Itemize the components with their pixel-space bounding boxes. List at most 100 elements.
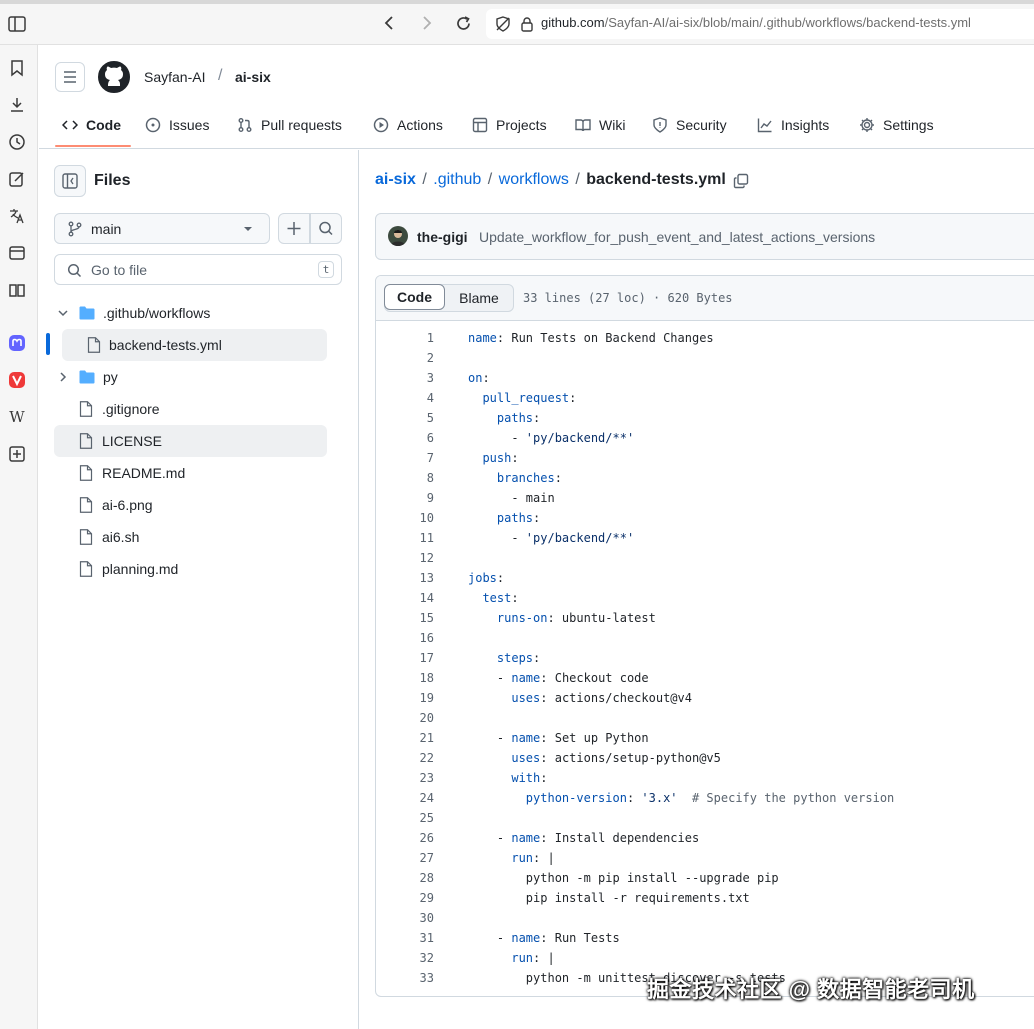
line-content: jobs: <box>468 571 505 585</box>
search-files-button[interactable] <box>310 213 342 244</box>
code-line: 6 - 'py/backend/**' <box>376 428 1034 448</box>
line-number[interactable]: 13 <box>376 568 434 588</box>
collapse-files-button[interactable] <box>54 165 86 197</box>
tree-file-planning[interactable]: planning.md <box>54 553 327 585</box>
commit-author-link[interactable]: the-gigi <box>417 229 468 245</box>
line-number[interactable]: 27 <box>376 848 434 868</box>
copy-path-icon[interactable] <box>733 173 749 189</box>
line-number[interactable]: 11 <box>376 528 434 548</box>
line-number[interactable]: 19 <box>376 688 434 708</box>
line-number[interactable]: 14 <box>376 588 434 608</box>
tree-file-backend-tests[interactable]: backend-tests.yml <box>62 329 327 361</box>
wikipedia-icon[interactable]: W <box>8 408 26 426</box>
avatar[interactable] <box>388 226 408 246</box>
github-logo-icon[interactable] <box>98 61 130 93</box>
translate-icon[interactable] <box>8 207 26 225</box>
tab-pull-requests[interactable]: Pull requests <box>237 112 342 138</box>
line-number[interactable]: 12 <box>376 548 434 568</box>
tree-file-ai6-png[interactable]: ai-6.png <box>54 489 327 521</box>
repo-owner-link[interactable]: Sayfan-AI <box>144 69 205 85</box>
tree-item-label: py <box>103 369 118 385</box>
sidebar-toggle-icon[interactable] <box>8 16 26 32</box>
line-number[interactable]: 24 <box>376 788 434 808</box>
line-number[interactable]: 23 <box>376 768 434 788</box>
line-number[interactable]: 9 <box>376 488 434 508</box>
tab-wiki[interactable]: Wiki <box>575 112 625 138</box>
shield-icon <box>653 117 667 133</box>
add-file-button[interactable] <box>278 213 310 244</box>
line-number[interactable]: 1 <box>376 328 434 348</box>
line-number[interactable]: 5 <box>376 408 434 428</box>
tree-folder-py[interactable]: py <box>54 361 327 393</box>
plus-icon <box>287 222 301 235</box>
line-number[interactable]: 8 <box>376 468 434 488</box>
commit-message-link[interactable]: Update_workflow_for_push_event_and_lates… <box>479 229 875 245</box>
notes-icon[interactable] <box>8 170 26 188</box>
line-number[interactable]: 17 <box>376 648 434 668</box>
blame-view-button[interactable]: Blame <box>445 285 513 311</box>
line-content: - name: Install dependencies <box>468 831 700 845</box>
lock-icon[interactable] <box>520 16 534 32</box>
line-number[interactable]: 25 <box>376 808 434 828</box>
line-number[interactable]: 3 <box>376 368 434 388</box>
tab-projects[interactable]: Projects <box>472 112 547 138</box>
line-number[interactable]: 21 <box>376 728 434 748</box>
reader-icon[interactable] <box>8 281 26 299</box>
file-breadcrumb: ai-six / .github / workflows / backend-t… <box>375 171 726 189</box>
line-number[interactable]: 15 <box>376 608 434 628</box>
line-number[interactable]: 10 <box>376 508 434 528</box>
code-line: 26 - name: Install dependencies <box>376 828 1034 848</box>
tracking-protection-icon[interactable] <box>495 16 511 32</box>
tree-file-license[interactable]: LICENSE <box>54 425 327 457</box>
line-number[interactable]: 7 <box>376 448 434 468</box>
tab-issues[interactable]: Issues <box>145 112 209 138</box>
tab-insights[interactable]: Insights <box>757 112 829 138</box>
browser-sidebar <box>0 45 38 1029</box>
line-content: uses: actions/setup-python@v5 <box>511 751 721 765</box>
code-line: 29 pip install -r requirements.txt <box>376 888 1034 908</box>
forward-icon[interactable] <box>420 15 434 31</box>
breadcrumb-github-link[interactable]: .github <box>433 171 481 188</box>
breadcrumb-workflows-link[interactable]: workflows <box>499 171 569 188</box>
url-text[interactable]: github.com/Sayfan-AI/ai-six/blob/main/.g… <box>541 15 971 30</box>
tab-code[interactable]: Code <box>62 112 121 138</box>
tabs-icon[interactable] <box>8 244 26 262</box>
back-icon[interactable] <box>382 15 396 31</box>
code-line: 12 <box>376 548 1034 568</box>
breadcrumb-separator: / <box>417 171 432 188</box>
mastodon-icon[interactable] <box>8 334 26 352</box>
tree-file-ai6-sh[interactable]: ai6.sh <box>54 521 327 553</box>
line-number[interactable]: 16 <box>376 628 434 648</box>
line-number[interactable]: 28 <box>376 868 434 888</box>
line-number[interactable]: 2 <box>376 348 434 368</box>
line-number[interactable]: 4 <box>376 388 434 408</box>
repo-name-link[interactable]: ai-six <box>235 69 271 85</box>
tab-settings[interactable]: Settings <box>859 112 934 138</box>
line-number[interactable]: 18 <box>376 668 434 688</box>
line-number[interactable]: 26 <box>376 828 434 848</box>
line-number[interactable]: 32 <box>376 948 434 968</box>
reload-icon[interactable] <box>455 15 472 32</box>
breadcrumb-repo-link[interactable]: ai-six <box>375 171 416 188</box>
tree-file-readme[interactable]: README.md <box>54 457 327 489</box>
branch-selector[interactable] <box>54 213 270 244</box>
line-number[interactable]: 20 <box>376 708 434 728</box>
line-number[interactable]: 6 <box>376 428 434 448</box>
tree-file-gitignore[interactable]: .gitignore <box>54 393 327 425</box>
tab-actions[interactable]: Actions <box>373 112 443 138</box>
tab-pull-requests-label: Pull requests <box>261 117 342 133</box>
code-view-button[interactable]: Code <box>384 284 445 310</box>
tree-folder-workflows[interactable]: .github/workflows <box>54 297 327 329</box>
line-number[interactable]: 31 <box>376 928 434 948</box>
history-icon[interactable] <box>8 133 26 151</box>
vivaldi-icon[interactable] <box>8 371 26 389</box>
line-number[interactable]: 30 <box>376 908 434 928</box>
line-number[interactable]: 33 <box>376 968 434 988</box>
menu-button[interactable] <box>55 62 85 92</box>
line-number[interactable]: 22 <box>376 748 434 768</box>
bookmark-icon[interactable] <box>8 59 26 77</box>
tab-security[interactable]: Security <box>652 112 727 138</box>
add-panel-icon[interactable] <box>8 445 26 463</box>
download-icon[interactable] <box>8 96 26 114</box>
line-number[interactable]: 29 <box>376 888 434 908</box>
